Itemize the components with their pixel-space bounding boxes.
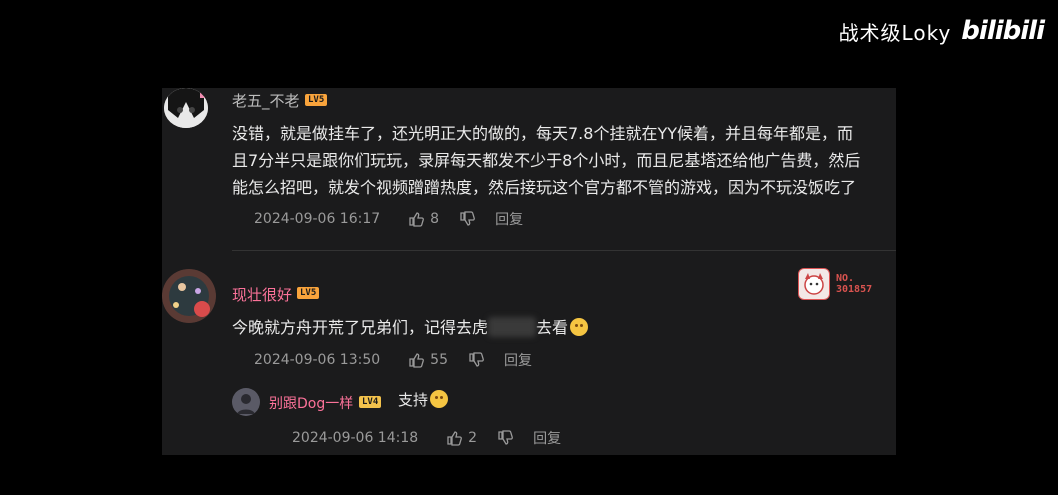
like-count: 55 bbox=[430, 352, 448, 368]
username[interactable]: 现壮很好 bbox=[232, 284, 292, 305]
video-watermark: 战术级Loky bilibili bbox=[838, 16, 1045, 46]
redaction-blur bbox=[488, 317, 537, 337]
thumbs-down-icon bbox=[469, 352, 484, 367]
fan-number-value: 301857 bbox=[836, 284, 873, 295]
avatar[interactable] bbox=[164, 88, 208, 128]
like-button[interactable]: 2 bbox=[446, 430, 477, 446]
reply-button[interactable]: 回复 bbox=[495, 209, 523, 229]
dislike-button[interactable] bbox=[497, 430, 513, 446]
bilibili-logo: bilibili bbox=[961, 16, 1045, 46]
thumbs-down-icon bbox=[498, 430, 513, 445]
reply-text-part: 支持 bbox=[398, 391, 429, 409]
comment-line: 能怎么招吧，就发个视频蹭蹭热度，然后接玩这个官方都不管的游戏，因为不玩没饭吃了 bbox=[232, 178, 857, 197]
dog-emoji-icon bbox=[430, 390, 449, 408]
dislike-button[interactable] bbox=[468, 352, 484, 368]
level-badge: LV5 bbox=[297, 287, 320, 299]
comment-line: 且7分半只是跟你们玩玩，录屏每天都发不少于8个小时，而且尼基塔还给他广告费，然后 bbox=[232, 151, 861, 170]
comment-text: 今晚就方舟开荒了兄弟们，记得去虎 去看 bbox=[232, 314, 589, 341]
comment-time: 2024-09-06 13:50 bbox=[254, 352, 381, 368]
dog-emoji-icon bbox=[570, 318, 589, 336]
comment-section: 老五_不老 LV5 没错，就是做挂车了，还光明正大的做的，每天7.8个挂就在YY… bbox=[162, 88, 896, 455]
fan-badge: NO. 301857 bbox=[798, 268, 872, 300]
username[interactable]: 老五_不老 bbox=[232, 90, 300, 111]
comment-time: 2024-09-06 16:17 bbox=[254, 211, 381, 227]
comment-text: 没错，就是做挂车了，还光明正大的做的，每天7.8个挂就在YY候着，并且每年都是，… bbox=[232, 120, 860, 201]
username[interactable]: 别跟Dog一样 bbox=[269, 393, 353, 413]
like-button[interactable]: 55 bbox=[408, 352, 448, 368]
thumbs-up-icon bbox=[409, 353, 425, 368]
comment-text-part: 今晚就方舟开荒了兄弟们，记得去虎 bbox=[232, 318, 489, 337]
reply-button[interactable]: 回复 bbox=[504, 350, 532, 370]
comment-meta: 2024-09-06 13:50 55 回复 bbox=[254, 350, 532, 370]
comment-line: 没错，就是做挂车了，还光明正大的做的，每天7.8个挂就在YY候着，并且每年都是，… bbox=[232, 124, 853, 143]
reply-meta: 2024-09-06 14:18 2 回复 bbox=[292, 428, 561, 448]
avatar[interactable] bbox=[232, 388, 260, 416]
channel-name: 战术级Loky bbox=[838, 20, 952, 45]
avatar[interactable] bbox=[162, 269, 216, 323]
like-count: 2 bbox=[468, 430, 478, 446]
dislike-button[interactable] bbox=[459, 211, 475, 227]
thumbs-up-icon bbox=[447, 431, 463, 446]
fan-number: NO. 301857 bbox=[836, 273, 872, 295]
level-badge: LV4 bbox=[359, 396, 382, 408]
comment-divider bbox=[232, 250, 896, 251]
fan-number-label: NO. bbox=[836, 273, 855, 284]
like-button[interactable]: 8 bbox=[408, 211, 439, 227]
comment-time: 2024-09-06 14:18 bbox=[292, 430, 419, 446]
thumbs-down-icon bbox=[460, 211, 475, 226]
like-count: 8 bbox=[430, 211, 440, 227]
level-badge: LV5 bbox=[305, 94, 328, 106]
comment-meta: 2024-09-06 16:17 8 回复 bbox=[254, 209, 523, 229]
reply-button[interactable]: 回复 bbox=[533, 428, 561, 448]
thumbs-up-icon bbox=[409, 212, 425, 227]
reply-text: 支持 bbox=[398, 387, 449, 414]
fan-badge-dog-icon bbox=[798, 268, 830, 300]
comment-text-part: 去看 bbox=[536, 318, 569, 337]
